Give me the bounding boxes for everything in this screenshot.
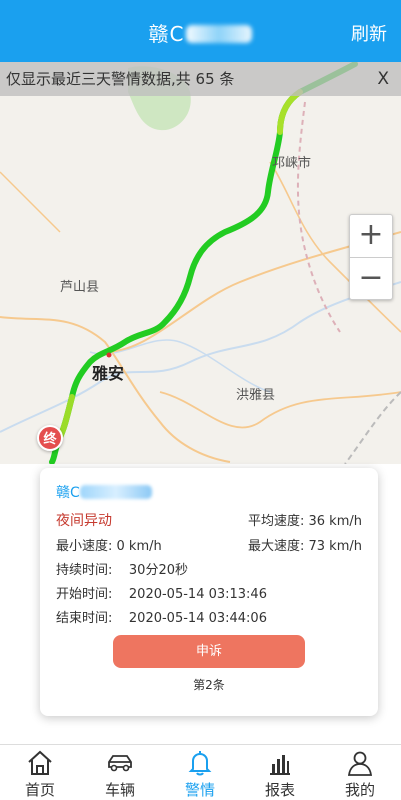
card-plate-redacted (79, 485, 152, 499)
railway (296, 101, 341, 333)
row-speed: 最小速度: 0 km/h 最大速度: 73 km/h (56, 535, 362, 554)
road-3 (159, 391, 401, 429)
appeal-button[interactable]: 申诉 (113, 635, 305, 668)
tab-report-label: 报表 (264, 781, 295, 799)
header-title: 赣C (0, 18, 401, 47)
bell-icon (188, 751, 212, 776)
record-pager: 第2条 (193, 678, 225, 692)
row-alarm: 夜间异动 平均速度: 36 km/h (56, 510, 362, 530)
end-marker[interactable]: 终 (37, 425, 63, 451)
close-notice-button[interactable]: X (377, 62, 389, 96)
road-5 (0, 171, 61, 233)
tab-mine-label: 我的 (344, 781, 375, 799)
label-luoshan: 芦山县 (60, 280, 100, 295)
end-time: 结束时间: 2020-05-14 03:44:06 (56, 611, 267, 626)
car-icon (108, 755, 132, 772)
alarm-type: 夜间异动 (56, 513, 112, 529)
tab-alarm-label: 警情 (184, 781, 215, 799)
label-hongya: 洪雅县 (236, 388, 276, 403)
tab-home[interactable]: 首页 (0, 745, 80, 800)
notice-bar: 仅显示最近三天警情数据,共 65 条 X (0, 62, 401, 96)
user-icon (347, 751, 373, 776)
map-view[interactable]: 邛崃市 芦山县 雅安 洪雅县 (0, 62, 401, 464)
max-speed: 最大速度: 73 km/h (248, 539, 362, 554)
tab-mine[interactable]: 我的 (320, 745, 400, 800)
label-qionglai: 邛崃市 (272, 156, 312, 171)
zoom-out-button[interactable]: − (350, 258, 392, 301)
railway-2 (344, 391, 401, 464)
bottom-tab-bar: 首页 车辆 警情 报表 我的 (0, 744, 401, 800)
label-yaan: 雅安 (92, 364, 125, 383)
route-segment-fast (277, 89, 303, 135)
card-plate: 赣C (56, 482, 152, 502)
plate-redacted (186, 25, 253, 43)
home-icon (28, 750, 52, 775)
road (0, 316, 231, 463)
city-dot (106, 352, 112, 358)
duration: 持续时间: 30分20秒 (56, 563, 188, 578)
card-plate-prefix: 赣C (56, 485, 80, 501)
map-canvas (0, 62, 401, 464)
tab-alarm[interactable]: 警情 (160, 745, 240, 800)
start-time: 开始时间: 2020-05-14 03:13:46 (56, 587, 267, 602)
zoom-in-button[interactable]: + (350, 215, 392, 258)
alarm-detail-card: 赣C 夜间异动 平均速度: 36 km/h 最小速度: 0 km/h 最大速度:… (40, 468, 378, 716)
refresh-button[interactable]: 刷新 (351, 20, 387, 46)
tab-vehicle-label: 车辆 (104, 781, 135, 799)
notice-text: 仅显示最近三天警情数据,共 65 条 (6, 70, 235, 88)
bar-chart-icon (270, 755, 290, 775)
tab-report[interactable]: 报表 (240, 745, 320, 800)
app-header: 赣C 刷新 (0, 0, 401, 62)
tab-vehicle[interactable]: 车辆 (80, 745, 160, 800)
zoom-controls: + − (349, 214, 393, 300)
tab-home-label: 首页 (24, 781, 55, 799)
avg-speed: 平均速度: 36 km/h (248, 514, 362, 529)
header-plate-prefix: 赣C (148, 22, 185, 46)
min-speed: 最小速度: 0 km/h (56, 539, 162, 554)
